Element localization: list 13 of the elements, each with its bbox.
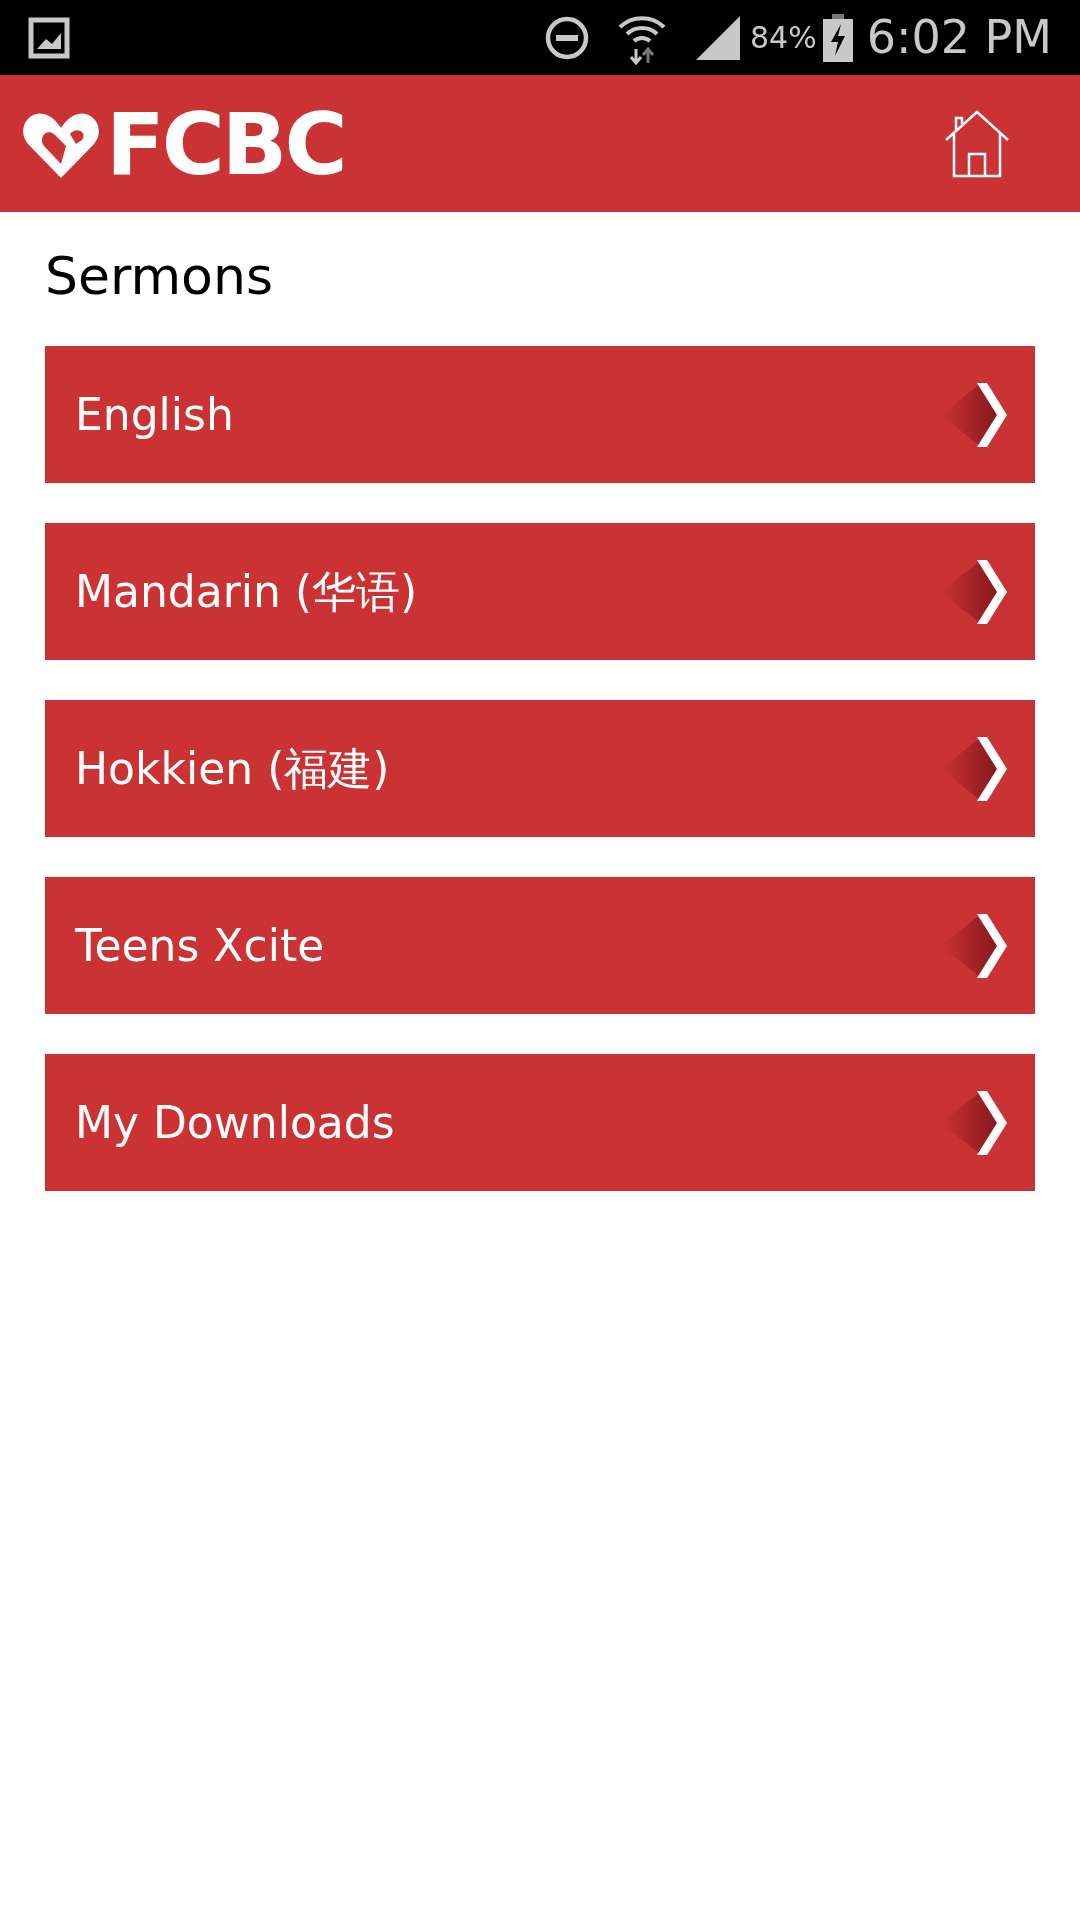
clock: 6:02 PM <box>866 9 1052 66</box>
sermon-category-button[interactable]: Teens Xcite <box>45 877 1035 1014</box>
brand-logo-text: FCBC <box>106 100 345 187</box>
image-icon <box>28 16 70 59</box>
sermon-category-button[interactable]: Mandarin (华语) <box>45 523 1035 660</box>
battery-percentage: 84% <box>749 19 817 57</box>
sermon-category-button[interactable]: Hokkien (福建) <box>45 700 1035 837</box>
page-title: Sermons <box>45 250 274 302</box>
sermon-category-button[interactable]: English <box>45 346 1035 483</box>
sermon-category-button[interactable]: My Downloads <box>45 1054 1035 1191</box>
do-not-disturb-icon <box>543 14 590 61</box>
home-icon <box>944 109 1010 178</box>
battery-charging-icon <box>822 13 853 62</box>
